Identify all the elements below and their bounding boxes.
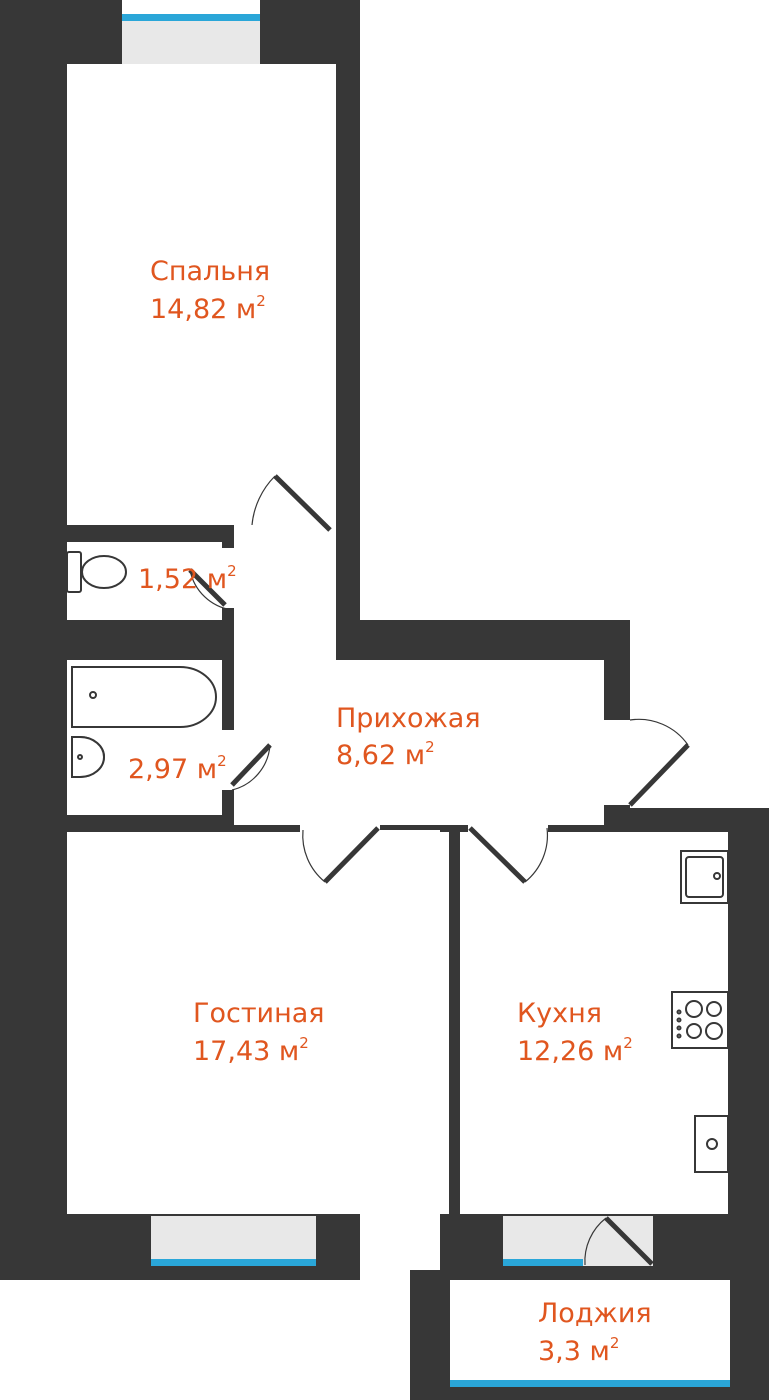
bedroom-area-value: 14,82 м	[150, 294, 256, 325]
living-area-sup: 2	[299, 1034, 309, 1052]
hallway-name: Прихожая	[336, 703, 481, 734]
outside-area-top	[360, 0, 769, 620]
window-loggia-line	[450, 1380, 730, 1387]
hall-right-opening	[600, 720, 630, 805]
bathroom-area-value: 2,97 м	[128, 754, 217, 785]
wc-area-value: 1,52 м	[138, 564, 227, 595]
outside-area-mid	[630, 620, 769, 808]
bedroom-area-sup: 2	[256, 292, 266, 310]
loggia-floor	[450, 1280, 730, 1385]
hallway-area: 8,62 м2	[336, 738, 435, 771]
living-door-opening	[300, 815, 380, 835]
loggia-area-sup: 2	[610, 1334, 620, 1352]
kitchen-door-opening	[468, 815, 548, 835]
window-living-line	[151, 1259, 316, 1266]
living-name: Гостиная	[193, 998, 325, 1029]
kitchen-area-value: 12,26 м	[517, 1036, 623, 1067]
bathroom-area-sup: 2	[217, 752, 227, 770]
bathtub-icon	[71, 666, 217, 728]
window-living-glass	[151, 1216, 316, 1266]
window-bedroom-line	[122, 14, 260, 21]
living-area: 17,43 м2	[193, 1034, 309, 1067]
hallway-area-value: 8,62 м	[336, 740, 425, 771]
bedroom-name: Спальня	[150, 256, 270, 287]
kitchen-area: 12,26 м2	[517, 1034, 633, 1067]
loggia-name: Лоджия	[538, 1298, 652, 1329]
fridge-icon	[694, 1115, 729, 1173]
floor-plan: Спальня 14,82 м2 1,52 м2 2,97 м2 Прихожа…	[0, 0, 769, 1400]
loggia-area: 3,3 м2	[538, 1334, 619, 1367]
loggia-area-value: 3,3 м	[538, 1336, 610, 1367]
window-bedroom-glass	[122, 14, 260, 64]
bathroom-area: 2,97 м2	[128, 752, 227, 785]
kitchen-sink-icon	[680, 850, 729, 904]
window-kitchen-line	[503, 1259, 583, 1266]
kitchen-area-sup: 2	[623, 1034, 633, 1052]
kitchen-name: Кухня	[517, 998, 602, 1029]
wc-area: 1,52 м2	[138, 562, 237, 595]
stove-icon	[671, 991, 729, 1049]
outside-area-bottom	[0, 1280, 410, 1400]
hallway-area-sup: 2	[425, 738, 435, 756]
bedroom-area: 14,82 м2	[150, 292, 266, 325]
living-area-value: 17,43 м	[193, 1036, 299, 1067]
wc-area-sup: 2	[227, 562, 237, 580]
